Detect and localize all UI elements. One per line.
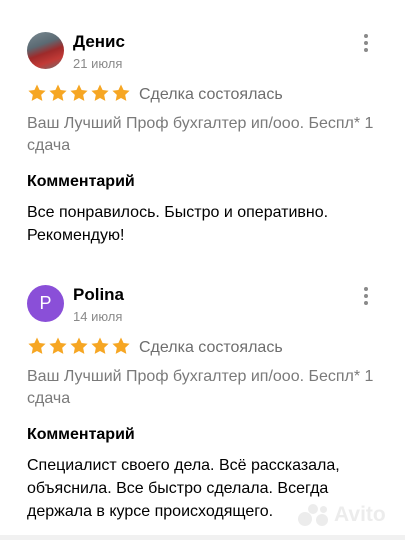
service-title[interactable]: Ваш Лучший Проф бухгалтер ип/ооо. Беспл*… [27, 366, 377, 410]
review-date: 21 июля [73, 56, 123, 71]
star-icon [91, 337, 109, 354]
deal-status: Сделка состоялась [139, 86, 283, 103]
star-icon [70, 84, 88, 101]
review-date: 14 июля [73, 309, 123, 324]
star-icon [28, 84, 46, 101]
star-icon [49, 337, 67, 354]
star-icon [112, 84, 130, 101]
avatar[interactable] [27, 32, 64, 69]
comment-heading: Комментарий [27, 426, 135, 443]
deal-status: Сделка состоялась [139, 339, 283, 356]
comment-text: Все понравилось. Быстро и оперативно. Ре… [27, 204, 329, 244]
rating-stars [27, 336, 132, 358]
avito-watermark: Avito [298, 500, 398, 530]
reviewer-name[interactable]: Polina [73, 285, 124, 305]
more-vertical-icon[interactable] [360, 287, 372, 307]
watermark-text: Avito [334, 503, 386, 526]
star-icon [112, 337, 130, 354]
reviewer-name[interactable]: Денис [73, 32, 125, 52]
comment-heading: Комментарий [27, 173, 135, 190]
star-icon [70, 337, 88, 354]
service-title[interactable]: Ваш Лучший Проф бухгалтер ип/ооо. Беспл*… [27, 113, 377, 157]
avito-logo-icon [298, 502, 332, 528]
more-vertical-icon[interactable] [360, 34, 372, 54]
star-icon [49, 84, 67, 101]
rating-stars [27, 83, 132, 105]
star-icon [28, 337, 46, 354]
avatar[interactable]: P [27, 285, 64, 322]
star-icon [91, 84, 109, 101]
bottom-nav-edge [0, 535, 405, 540]
